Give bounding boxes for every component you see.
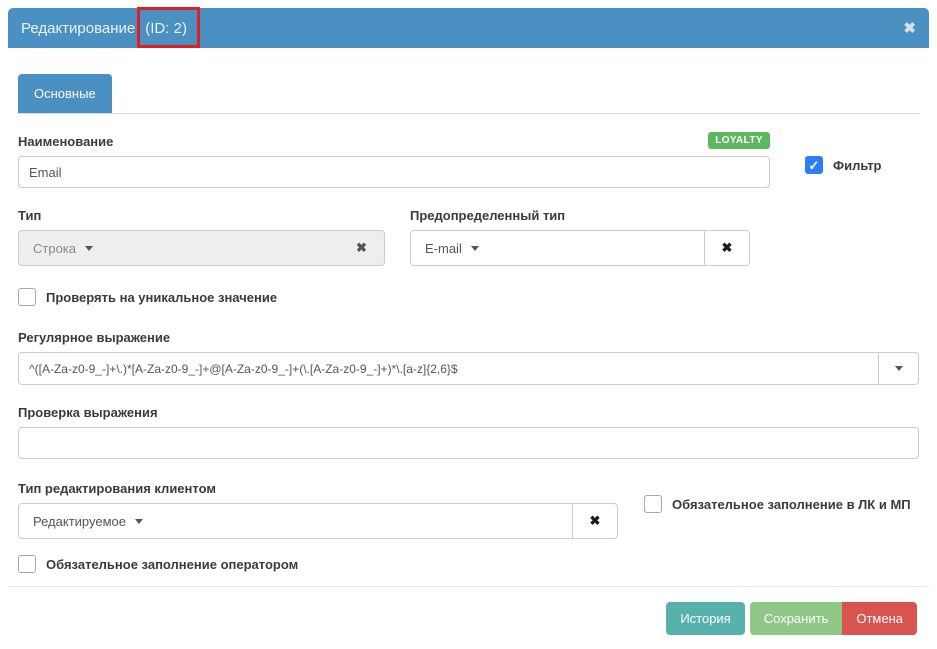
required-lk-mp-checkbox[interactable]: [644, 495, 662, 513]
required-lk-mp-checkbox-row[interactable]: Обязательное заполнение в ЛК и МП: [644, 495, 911, 513]
required-operator-checkbox-row[interactable]: Обязательное заполнение оператором: [18, 555, 919, 573]
predefined-type-clear-button[interactable]: ✖: [704, 231, 749, 265]
caret-down-icon: [895, 366, 903, 371]
expression-check-input[interactable]: [18, 427, 919, 459]
filter-checkbox[interactable]: ✓: [805, 156, 823, 174]
tab-main[interactable]: Основные: [18, 74, 112, 113]
caret-down-icon: [135, 519, 143, 524]
type-field-label: Тип: [18, 208, 385, 223]
predefined-type-select[interactable]: E-mail: [411, 231, 704, 265]
dialog-title: Редактирование (ID: 2): [21, 20, 192, 37]
check-icon: ✓: [809, 159, 820, 172]
close-icon[interactable]: ✖: [903, 21, 916, 36]
client-edit-type-clear-button[interactable]: ✖: [572, 504, 617, 538]
client-edit-type-group: Редактируемое ✖: [18, 503, 618, 539]
required-operator-checkbox[interactable]: [18, 555, 36, 573]
unique-checkbox-label: Проверять на уникальное значение: [46, 290, 277, 305]
dialog-title-text: Редактирование: [21, 20, 135, 37]
caret-down-icon: [471, 246, 479, 251]
required-operator-label: Обязательное заполнение оператором: [46, 557, 298, 572]
dialog-title-id: (ID: 2): [140, 20, 192, 37]
type-clear-button[interactable]: ✖: [339, 231, 384, 265]
history-button[interactable]: История: [666, 602, 744, 635]
predefined-type-label: Предопределенный тип: [410, 208, 750, 223]
regex-dropdown-toggle[interactable]: [878, 353, 918, 384]
filter-checkbox-row[interactable]: ✓ Фильтр: [805, 156, 882, 174]
cancel-button[interactable]: Отмена: [842, 602, 917, 635]
loyalty-badge: LOYALTY: [708, 132, 770, 149]
predefined-type-group: E-mail ✖: [410, 230, 750, 266]
unique-checkbox[interactable]: [18, 288, 36, 306]
client-edit-type-select[interactable]: Редактируемое: [19, 504, 572, 538]
filter-checkbox-label: Фильтр: [833, 158, 882, 173]
name-input[interactable]: [18, 156, 770, 188]
type-select[interactable]: Строка: [19, 231, 339, 265]
unique-checkbox-row[interactable]: Проверять на уникальное значение: [18, 288, 919, 306]
regex-input-group: [18, 352, 919, 385]
expression-check-label: Проверка выражения: [18, 405, 919, 420]
dialog-header: Редактирование (ID: 2) ✖: [8, 8, 929, 48]
tab-bar: Основные: [18, 74, 919, 114]
name-field-label: Наименование: [18, 134, 113, 149]
caret-down-icon: [85, 246, 93, 251]
dialog-footer: История Сохранить Отмена: [8, 586, 929, 635]
regex-input[interactable]: [19, 353, 878, 384]
client-edit-type-label: Тип редактирования клиентом: [18, 481, 618, 496]
regex-field-label: Регулярное выражение: [18, 330, 919, 345]
edit-dialog: Редактирование (ID: 2) ✖ Основные Наимен…: [8, 8, 929, 649]
required-lk-mp-label: Обязательное заполнение в ЛК и МП: [672, 497, 911, 512]
type-select-group: Строка ✖: [18, 230, 385, 266]
save-button[interactable]: Сохранить: [750, 602, 843, 635]
